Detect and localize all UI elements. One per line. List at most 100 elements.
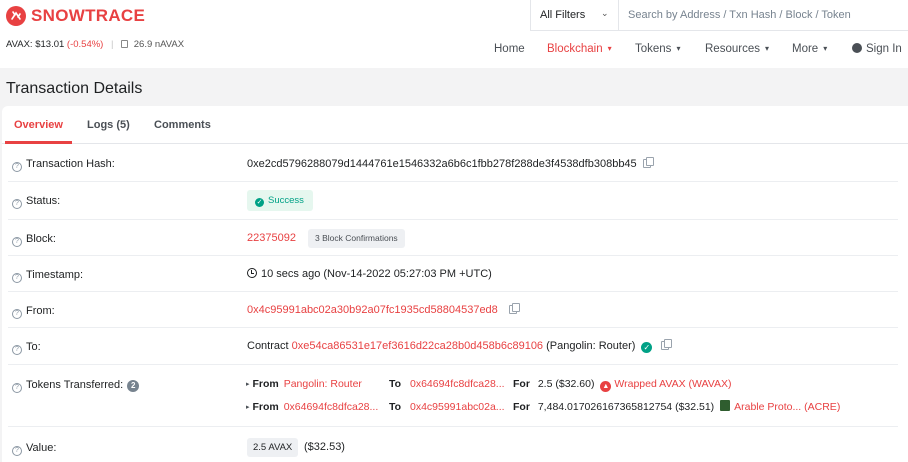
help-icon: ? xyxy=(12,446,22,456)
help-icon: ? xyxy=(12,199,22,209)
nav-blockchain-label: Blockchain xyxy=(547,43,603,55)
page-title: Transaction Details xyxy=(6,80,143,97)
nav-more-label: More xyxy=(792,43,819,55)
to-prefix: Contract xyxy=(247,340,289,352)
acre-token-icon xyxy=(720,400,731,411)
transfer-amount: For 7,484.017026167365812754 ($32.51) Ar… xyxy=(513,400,840,414)
status-value: Success xyxy=(268,195,304,206)
divider xyxy=(8,219,898,220)
tokens-count-badge: 2 xyxy=(127,380,140,392)
to-word: To xyxy=(389,378,402,390)
nav-more[interactable]: More ▾ xyxy=(792,42,827,56)
filter-select[interactable]: All Filters ⌄ xyxy=(531,0,619,30)
from-word: From xyxy=(252,401,279,413)
hash-value-row: 0xe2cd5796288079d1444761e1546332a6b6c1fb… xyxy=(247,157,654,171)
help-icon: ? xyxy=(12,237,22,247)
to-contract-name: (Pangolin: Router) xyxy=(546,340,636,352)
filter-label: All Filters xyxy=(540,9,586,21)
user-circle-icon xyxy=(852,43,862,53)
copy-icon[interactable] xyxy=(508,303,520,314)
chevron-down-icon: ⌄ xyxy=(601,8,609,18)
brand-name[interactable]: SNOWTRACE xyxy=(31,6,145,26)
divider xyxy=(8,181,898,182)
from-label: ? From: xyxy=(12,304,55,319)
transfer-to-link[interactable]: 0x4c95991abc02a... xyxy=(410,401,505,413)
price-ticker: AVAX: $13.01 (-0.54%) | 26.9 nAVAX xyxy=(6,39,184,51)
transaction-hash[interactable]: 0xe2cd5796288079d1444761e1546332a6b6c1fb… xyxy=(247,158,637,170)
tab-logs[interactable]: Logs (5) xyxy=(87,118,130,132)
to-address-link[interactable]: 0xe54ca86531e17ef3616d22ca28b0d458b6c891… xyxy=(292,340,543,352)
transfer-from-link[interactable]: Pangolin: Router xyxy=(284,378,362,390)
chevron-down-icon: ▾ xyxy=(764,44,769,53)
timestamp-value: 10 secs ago (Nov-14-2022 05:27:03 PM +UT… xyxy=(261,268,492,280)
chevron-down-icon: ▾ xyxy=(823,44,828,53)
to-label-text: To: xyxy=(26,341,41,353)
help-icon: ? xyxy=(12,383,22,393)
to-word: To xyxy=(389,401,402,413)
divider xyxy=(8,426,898,427)
chevron-down-icon: ▾ xyxy=(607,44,612,53)
transfer-amount: For 2.5 ($32.60) ▲ Wrapped AVAX (WAVAX) xyxy=(513,377,732,392)
nav-home[interactable]: Home xyxy=(494,42,525,56)
active-tab-indicator xyxy=(5,141,72,144)
search-input[interactable]: Search by Address / Txn Hash / Block / T… xyxy=(628,9,851,21)
verified-check-icon: ✓ xyxy=(641,342,653,353)
help-icon: ? xyxy=(12,309,22,319)
block-confirmations-badge: 3 Block Confirmations xyxy=(308,229,405,248)
transfer-from-link[interactable]: 0x64694fc8dfca28... xyxy=(284,401,379,413)
wavax-token-icon: ▲ xyxy=(600,381,612,392)
nav-blockchain[interactable]: Blockchain ▾ xyxy=(547,42,612,56)
copy-icon[interactable] xyxy=(642,157,654,168)
hash-label: ? Transaction Hash: xyxy=(12,157,115,172)
timestamp-label: ? Timestamp: xyxy=(12,268,83,283)
avax-change: (-0.54%) xyxy=(66,39,104,50)
transfer-to: To 0x4c95991abc02a... xyxy=(389,400,505,414)
tab-bar: Overview Logs (5) Comments xyxy=(2,106,908,144)
divider xyxy=(8,255,898,256)
value-amount-badge: 2.5 AVAX xyxy=(247,438,299,457)
snowtrace-logo-icon[interactable] xyxy=(6,6,26,26)
gas-price: 26.9 nAVAX xyxy=(133,39,185,50)
transfer-token-link[interactable]: Wrapped AVAX (WAVAX) xyxy=(614,378,731,390)
search-bar: All Filters ⌄ Search by Address / Txn Ha… xyxy=(530,0,908,31)
check-circle-icon: ✓ xyxy=(255,198,264,207)
for-word: For xyxy=(513,378,530,390)
tokens-label-text: Tokens Transferred: xyxy=(26,379,124,391)
tab-comments[interactable]: Comments xyxy=(154,118,211,132)
nav-tokens[interactable]: Tokens ▾ xyxy=(635,42,680,56)
timestamp-value-row: 10 secs ago (Nov-14-2022 05:27:03 PM +UT… xyxy=(247,267,492,281)
nav-home-label: Home xyxy=(494,43,525,55)
caret-right-icon: ▸ xyxy=(246,404,250,411)
hash-label-text: Transaction Hash: xyxy=(26,158,115,170)
help-icon: ? xyxy=(12,345,22,355)
from-label-text: From: xyxy=(26,305,55,317)
nav-resources-label: Resources xyxy=(705,43,760,55)
tab-overview[interactable]: Overview xyxy=(14,118,63,132)
for-word: For xyxy=(513,401,530,413)
header: SNOWTRACE AVAX: $13.01 (-0.54%) | 26.9 n… xyxy=(0,0,908,68)
ticker-separator: | xyxy=(111,39,114,50)
gas-icon xyxy=(121,40,129,48)
to-label: ? To: xyxy=(12,340,41,355)
nav-sign-in[interactable]: Sign In xyxy=(852,42,902,56)
status-label: ? Status: xyxy=(12,194,60,209)
caret-right-icon: ▸ xyxy=(246,381,250,388)
divider xyxy=(8,291,898,292)
status-label-text: Status: xyxy=(26,195,61,207)
nav-resources[interactable]: Resources ▾ xyxy=(705,42,769,56)
transfer-amount-value: 7,484.017026167365812754 ($32.51) xyxy=(537,401,715,413)
copy-icon[interactable] xyxy=(661,339,673,350)
value-usd: ($32.53) xyxy=(304,441,345,453)
transfer-to: To 0x64694fc8dfca28... xyxy=(389,377,505,391)
chevron-down-icon: ▾ xyxy=(676,44,681,53)
value-label-text: Value: xyxy=(26,442,57,454)
from-address-link[interactable]: 0x4c95991abc02a30b92a07fc1935cd58804537e… xyxy=(247,304,498,316)
from-value-row: 0x4c95991abc02a30b92a07fc1935cd58804537e… xyxy=(247,303,520,317)
block-number-link[interactable]: 22375092 xyxy=(247,231,296,245)
transfer-token-link[interactable]: Arable Proto... (ACRE) xyxy=(734,401,840,413)
divider xyxy=(8,364,898,365)
transfer-to-link[interactable]: 0x64694fc8dfca28... xyxy=(410,378,505,390)
nav-tokens-label: Tokens xyxy=(635,43,672,55)
value-label: ? Value: xyxy=(12,441,56,456)
divider xyxy=(8,327,898,328)
